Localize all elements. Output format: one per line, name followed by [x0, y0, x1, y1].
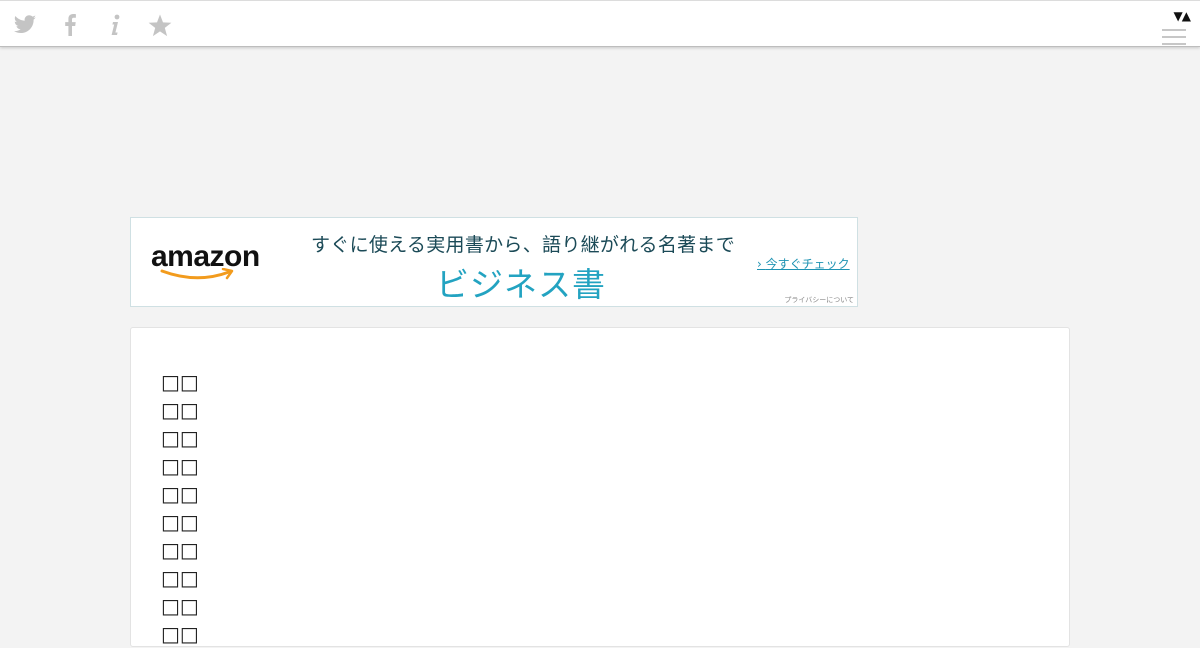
hamburger-menu-icon[interactable]	[1162, 29, 1186, 47]
text-line: □□	[161, 566, 199, 590]
ad-tagline: すぐに使える実用書から、語り継がれる名著まで	[311, 234, 736, 256]
amazon-smile-icon	[160, 268, 234, 280]
twitter-icon[interactable]	[13, 13, 37, 37]
star-icon[interactable]	[148, 13, 172, 37]
content-card: □□ □□ □□ □□ □□ □□ □□ □□ □□ □□	[130, 327, 1070, 647]
ad-privacy-link[interactable]: プライバシーについて	[784, 295, 854, 305]
text-line: □□	[161, 538, 199, 562]
ad-cta-label: 今すぐチェック	[765, 257, 850, 271]
ad-category-title: ビジネス書	[436, 265, 606, 304]
text-lines: □□ □□ □□ □□ □□ □□ □□ □□ □□ □□	[161, 368, 199, 648]
expand-toggle-button[interactable]: ▼▲	[1168, 10, 1191, 22]
text-line: □□	[161, 482, 199, 506]
text-line: □□	[161, 426, 199, 450]
text-line: □□	[161, 594, 199, 618]
text-line: □□	[161, 622, 199, 646]
top-toolbar: ▼▲	[0, 0, 1200, 47]
info-icon[interactable]	[103, 13, 127, 37]
text-line: □□	[161, 398, 199, 422]
text-line: □□	[161, 454, 199, 478]
amazon-ad-banner[interactable]: amazon すぐに使える実用書から、語り継がれる名著まで ビジネス書 › 今す…	[130, 217, 858, 307]
ad-cta-link[interactable]: › 今すぐチェック	[757, 255, 850, 272]
facebook-icon[interactable]	[58, 13, 82, 37]
text-line: □□	[161, 510, 199, 534]
text-line: □□	[161, 370, 199, 394]
